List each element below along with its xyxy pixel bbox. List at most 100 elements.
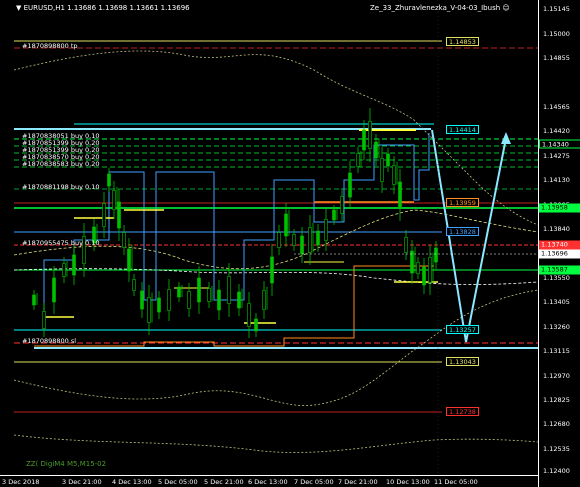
time-tick: 6 Dec 13:00 — [248, 478, 288, 486]
candle-body — [386, 153, 390, 167]
price-tick: 1.14130 — [543, 176, 570, 184]
candle-body — [270, 256, 274, 284]
price-tag: 1.13958 — [539, 203, 580, 213]
candle-body — [428, 257, 432, 283]
candle-body — [392, 165, 396, 185]
price-tick: 1.14275 — [543, 152, 570, 160]
price-tick: 1.14855 — [543, 54, 570, 62]
candle-body — [117, 201, 121, 229]
price-tag: 1.14340 — [539, 139, 580, 149]
candle-body — [112, 190, 116, 210]
candle-body — [122, 232, 126, 248]
time-tick: 3 Dec 21:00 — [62, 478, 102, 486]
candle-body — [187, 291, 191, 309]
candle-body — [374, 141, 378, 159]
candle-body — [284, 213, 288, 237]
price-tick: 1.15000 — [543, 30, 570, 38]
chart-window[interactable]: #1870898800 tp #1870838051 buy 0.10 #187… — [0, 0, 580, 487]
price-tick: 1.13115 — [543, 347, 570, 355]
candle-body — [332, 209, 336, 221]
candle-body — [207, 288, 211, 302]
lower-envelope-2 — [14, 434, 538, 453]
level-box-red-low: 1.12738 — [446, 407, 479, 416]
candle-body — [127, 248, 131, 272]
price-tick: 1.14565 — [543, 103, 570, 111]
candle-body — [102, 203, 106, 227]
order-label[interactable]: #1870838583 buy 0.20 — [22, 160, 100, 168]
candle-body — [422, 266, 426, 286]
candlesticks — [32, 108, 538, 338]
candle-body — [356, 153, 360, 167]
candle-body — [32, 294, 36, 306]
candle-body — [197, 277, 201, 303]
left-margin — [0, 0, 14, 475]
candle-body — [72, 254, 76, 276]
order-label[interactable]: #1870955475 buy 0.10 — [22, 239, 100, 247]
level-box-orange: 1.13959 — [446, 198, 479, 207]
candle-body — [217, 289, 221, 311]
symbol-info[interactable]: ▼ EURUSD,H1 1.13686 1.13698 1.13661 1.13… — [16, 4, 190, 12]
price-tick: 1.13260 — [543, 323, 570, 331]
price-tick: 1.12400 — [543, 467, 570, 475]
candle-body — [292, 234, 296, 246]
ma-line-2 — [14, 268, 538, 285]
price-tick: 1.13840 — [543, 225, 570, 233]
time-tick: 4 Dec 13:00 — [112, 478, 152, 486]
candle-body — [107, 173, 111, 187]
candle-body — [300, 235, 304, 255]
candle-body — [368, 121, 372, 149]
order-label[interactable]: #1870881198 buy 0.10 — [22, 183, 100, 191]
candle-body — [362, 129, 366, 151]
order-label-tp[interactable]: #1870898800 tp — [22, 42, 78, 50]
price-tick: 1.15145 — [543, 5, 570, 13]
candle-body — [62, 263, 66, 277]
candle-body — [348, 172, 352, 198]
candle-body — [340, 196, 344, 214]
candle-body — [316, 230, 320, 246]
time-tick: 5 Dec 05:00 — [158, 478, 198, 486]
expert-advisor-name[interactable]: Ze_33_Zhuravlenezka_V-04-03_Ibush ☺ — [370, 4, 510, 12]
price-tick: 1.12825 — [543, 396, 570, 404]
time-tick: 11 Dec 05:00 — [434, 478, 478, 486]
order-label-sl[interactable]: #1870898800 sl — [22, 337, 76, 345]
candle-body — [177, 286, 181, 298]
price-tick: 1.13550 — [543, 274, 570, 282]
price-tick: 1.12970 — [543, 372, 570, 380]
candle-body — [262, 290, 266, 310]
candle-body — [42, 311, 46, 329]
candle-body — [277, 232, 281, 248]
level-box-yellow: 1.14853 — [446, 37, 479, 46]
candle-body — [308, 227, 312, 253]
candle-body — [147, 297, 151, 323]
time-tick: 5 Dec 21:00 — [204, 478, 244, 486]
candle-body — [398, 181, 402, 209]
time-tick: 7 Dec 05:00 — [294, 478, 334, 486]
candle-body — [52, 277, 56, 303]
candle-body — [247, 303, 251, 327]
level-box-cyan-low: 1.13257 — [446, 325, 479, 334]
price-tag-red: 1.13740 — [539, 240, 580, 250]
price-tick: 1.14420 — [543, 127, 570, 135]
price-tick: 1.13405 — [543, 298, 570, 306]
candle-body — [324, 219, 328, 241]
time-tick: 10 Dec 13:00 — [386, 478, 430, 486]
time-tick: 3 Dec 2018 — [2, 478, 40, 486]
candle-body — [434, 247, 438, 263]
candle-body — [380, 158, 384, 182]
time-tick: 7 Dec 21:00 — [338, 478, 378, 486]
candle-body — [140, 290, 144, 310]
candle-body — [227, 276, 231, 304]
plot-area[interactable] — [14, 0, 538, 475]
price-axis[interactable]: 1.15145 1.15000 1.14855 1.14565 1.14420 … — [538, 0, 580, 487]
candle-body — [404, 237, 408, 253]
candle-body — [237, 291, 241, 309]
price-chart[interactable] — [14, 0, 538, 475]
candle-body — [167, 289, 171, 311]
projection-arrowhead — [501, 132, 511, 144]
indicator-label[interactable]: ZZ( DigiM4 M5,M15-02 — [26, 460, 106, 468]
price-tick: 1.12680 — [543, 420, 570, 428]
level-box-cyan: 1.14414 — [446, 125, 479, 134]
candle-body — [254, 318, 258, 332]
time-axis[interactable]: 3 Dec 2018 3 Dec 21:00 4 Dec 13:00 5 Dec… — [0, 475, 538, 487]
candle-body — [132, 279, 136, 291]
